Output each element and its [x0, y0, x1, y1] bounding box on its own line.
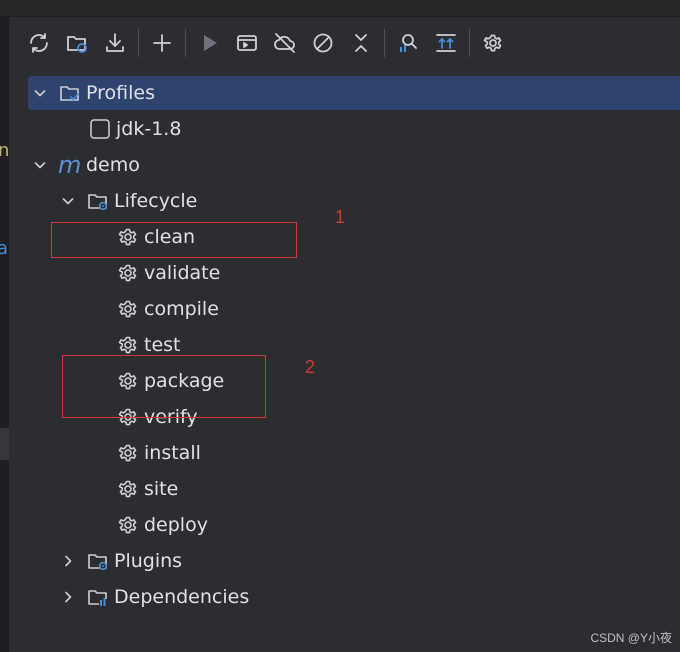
tree-node-label: deploy — [144, 514, 208, 536]
tree-node-label: demo — [86, 154, 140, 176]
generate-sources-button[interactable] — [63, 29, 91, 57]
chevron-down-icon[interactable] — [60, 193, 76, 209]
checkbox[interactable] — [88, 117, 112, 141]
offline-button[interactable] — [271, 29, 299, 57]
analyze-button[interactable] — [432, 29, 460, 57]
tree-node-label: validate — [144, 262, 221, 284]
annotation-number: 2 — [305, 357, 316, 377]
toolbar-separator — [138, 29, 139, 57]
download-icon — [106, 33, 124, 52]
collapse-all-button[interactable] — [347, 29, 375, 57]
chevron-down-icon[interactable] — [32, 85, 48, 101]
annotation-box — [51, 222, 297, 258]
settings-icon — [483, 34, 502, 52]
tree-node-goal[interactable]: validate — [116, 256, 220, 290]
tree-node-lifecycle[interactable]: Lifecycle — [60, 184, 197, 218]
maven-project-icon: m — [58, 151, 82, 179]
toolbar-separator — [185, 29, 186, 57]
plugins-folder-icon — [86, 549, 110, 573]
tree-node-label: compile — [144, 298, 219, 320]
tree-node-dependencies[interactable]: Dependencies — [60, 580, 249, 614]
reload-icon — [30, 33, 48, 53]
tree-node-label: Plugins — [114, 550, 183, 572]
offline-icon — [274, 33, 295, 53]
tree-node-label: Profiles — [86, 82, 155, 104]
editor-gutter-char: a — [0, 238, 9, 259]
tree-node-label: test — [144, 334, 181, 356]
show-dependencies-button[interactable] — [394, 29, 422, 57]
tree-node-label: jdk-1.8 — [116, 118, 182, 140]
maven-toolbar — [20, 26, 512, 60]
gear-icon — [116, 333, 140, 357]
run-icon — [204, 35, 217, 51]
tree-node-label: install — [144, 442, 201, 464]
tree-node-goal[interactable]: site — [116, 472, 178, 506]
gear-icon — [116, 477, 140, 501]
skip-tests-button[interactable] — [309, 29, 337, 57]
run-button[interactable] — [195, 29, 223, 57]
tree-node-goal[interactable]: install — [116, 436, 201, 470]
tree-node-goal[interactable]: compile — [116, 292, 219, 326]
chevron-right-icon[interactable] — [60, 589, 76, 605]
tree-node-goal[interactable]: deploy — [116, 508, 208, 542]
toolbar-separator — [384, 29, 385, 57]
execute-goal-button[interactable] — [233, 29, 261, 57]
profiles-folder-icon — [58, 81, 82, 105]
tree-node-label: Dependencies — [114, 586, 250, 608]
editor-gutter-marker — [0, 428, 9, 460]
tree-node-label: Lifecycle — [114, 190, 198, 212]
tree-node-project[interactable]: m demo — [32, 148, 140, 182]
tree-node-label: site — [144, 478, 179, 500]
chevron-down-icon[interactable] — [32, 157, 48, 173]
add-icon — [153, 34, 171, 52]
skip-tests-icon — [313, 33, 333, 53]
gear-icon — [116, 513, 140, 537]
lifecycle-folder-icon — [86, 189, 110, 213]
download-button[interactable] — [101, 29, 129, 57]
gear-icon — [116, 261, 140, 285]
watermark: CSDN @Y小夜 — [590, 631, 672, 645]
editor-gutter: n a — [0, 16, 9, 652]
collapse-all-icon — [355, 34, 367, 52]
tree-node-plugins[interactable]: Plugins — [60, 544, 182, 578]
reload-button[interactable] — [25, 29, 53, 57]
tree-node-profile-item[interactable]: jdk-1.8 — [88, 112, 181, 146]
chevron-right-icon[interactable] — [60, 553, 76, 569]
window-top-strip — [0, 0, 680, 17]
annotation-number: 1 — [335, 207, 346, 227]
analyze-icon — [436, 34, 456, 52]
settings-button[interactable] — [479, 29, 507, 57]
dependencies-folder-icon — [86, 585, 110, 609]
editor-gutter-char: n — [0, 140, 10, 161]
generate-sources-icon — [67, 36, 87, 53]
toolbar-separator — [469, 29, 470, 57]
annotation-box — [62, 355, 266, 418]
gear-icon — [116, 441, 140, 465]
execute-goal-icon — [237, 35, 257, 51]
gear-icon — [116, 297, 140, 321]
show-dependencies-icon — [400, 34, 417, 52]
tree-node-profiles[interactable]: Profiles — [28, 76, 680, 110]
add-button[interactable] — [148, 29, 176, 57]
